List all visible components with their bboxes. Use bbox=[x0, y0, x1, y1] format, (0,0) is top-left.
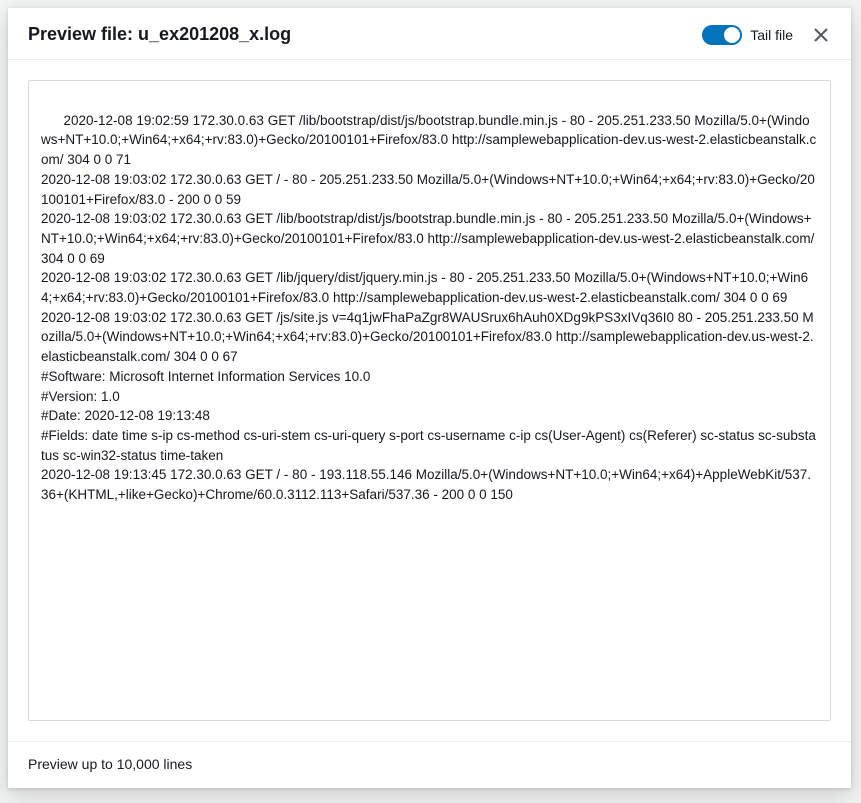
log-content-box[interactable]: 2020-12-08 19:02:59 172.30.0.63 GET /lib… bbox=[28, 80, 831, 721]
modal-header: Preview file: u_ex201208_x.log Tail file bbox=[8, 8, 851, 60]
log-content: 2020-12-08 19:02:59 172.30.0.63 GET /lib… bbox=[41, 113, 818, 502]
preview-file-modal: Preview file: u_ex201208_x.log Tail file… bbox=[8, 8, 851, 788]
modal-footer: Preview up to 10,000 lines bbox=[8, 741, 851, 788]
close-icon bbox=[814, 28, 828, 42]
close-button[interactable] bbox=[811, 25, 831, 45]
toggle-knob bbox=[724, 27, 740, 43]
resize-handle[interactable] bbox=[816, 706, 828, 718]
tail-file-toggle[interactable] bbox=[702, 25, 742, 45]
footer-text: Preview up to 10,000 lines bbox=[28, 756, 192, 772]
modal-title: Preview file: u_ex201208_x.log bbox=[28, 24, 702, 45]
tail-file-toggle-container: Tail file bbox=[702, 25, 793, 45]
modal-body: 2020-12-08 19:02:59 172.30.0.63 GET /lib… bbox=[8, 60, 851, 741]
tail-file-label: Tail file bbox=[750, 27, 793, 43]
